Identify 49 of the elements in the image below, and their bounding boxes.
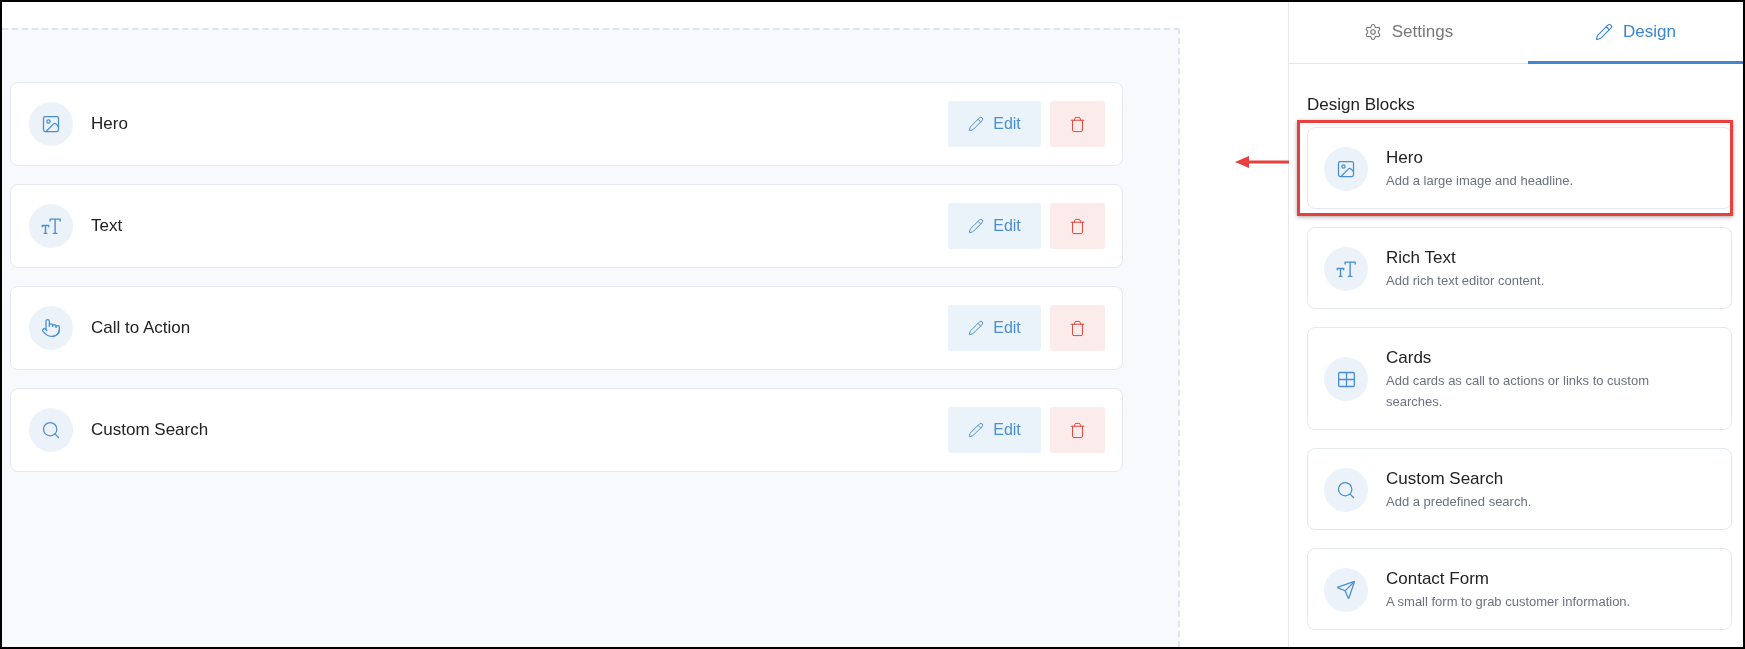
block-description: Add a large image and headline. (1386, 172, 1574, 190)
image-icon (1324, 146, 1368, 191)
design-block-card[interactable]: Hero Add a large image and headline. (1307, 127, 1732, 209)
pencil-icon (1595, 22, 1614, 41)
pointing-hand-icon (29, 306, 73, 350)
edit-button[interactable]: Edit (948, 203, 1041, 249)
block-title: Hero (1386, 147, 1424, 169)
trash-icon (1069, 217, 1086, 235)
block-label: Hero (91, 114, 128, 134)
tab[interactable]: Design (1528, 2, 1743, 64)
delete-button[interactable] (1050, 203, 1105, 249)
delete-button[interactable] (1050, 101, 1105, 147)
block-label: Text (91, 216, 123, 236)
block-label: Custom Search (91, 420, 209, 440)
block-title: Rich Text (1386, 247, 1457, 269)
block-title: Cards (1386, 347, 1433, 369)
text-size-icon (29, 204, 73, 248)
block-description: Add rich text editor content. (1386, 272, 1545, 290)
pencil-icon (968, 218, 985, 234)
block-title: Custom Search (1386, 468, 1505, 490)
design-block-card[interactable]: Cards Add cards as call to actions or links to custom searches. (1307, 327, 1732, 430)
image-icon (29, 102, 73, 146)
text-size-icon (1324, 246, 1368, 291)
delete-button[interactable] (1050, 305, 1105, 351)
block-description: Add cards as call to actions or links to custom searches. (1386, 372, 1650, 411)
trash-icon (1069, 115, 1086, 133)
section-heading: Design Blocks (1307, 94, 1416, 116)
trash-icon (1069, 319, 1086, 337)
design-block-card[interactable]: Rich Text Add rich text editor content. (1307, 227, 1732, 309)
tab[interactable]: Settings (1289, 2, 1528, 64)
pencil-icon (968, 320, 985, 336)
design-block-card[interactable]: Contact Form A small form to grab customer information. (1307, 548, 1732, 630)
settings-icon (1363, 22, 1382, 41)
design-block-card[interactable]: Custom Search Add a predefined search. (1307, 448, 1732, 530)
trash-icon (1069, 421, 1086, 439)
pencil-icon (968, 422, 985, 438)
paper-plane-icon (1324, 567, 1368, 612)
edit-button[interactable]: Edit (948, 305, 1041, 351)
search-icon (1324, 467, 1368, 512)
pencil-icon (968, 116, 985, 132)
block-description: A small form to grab customer information. (1386, 593, 1631, 611)
edit-button[interactable]: Edit (948, 101, 1041, 147)
delete-button[interactable] (1050, 407, 1105, 453)
block-title: Contact Form (1386, 568, 1490, 590)
search-icon (29, 408, 73, 452)
block-label: Call to Action (91, 318, 191, 338)
grid-icon (1324, 357, 1368, 401)
edit-button[interactable]: Edit (948, 407, 1041, 453)
block-description: Add a predefined search. (1386, 493, 1532, 511)
